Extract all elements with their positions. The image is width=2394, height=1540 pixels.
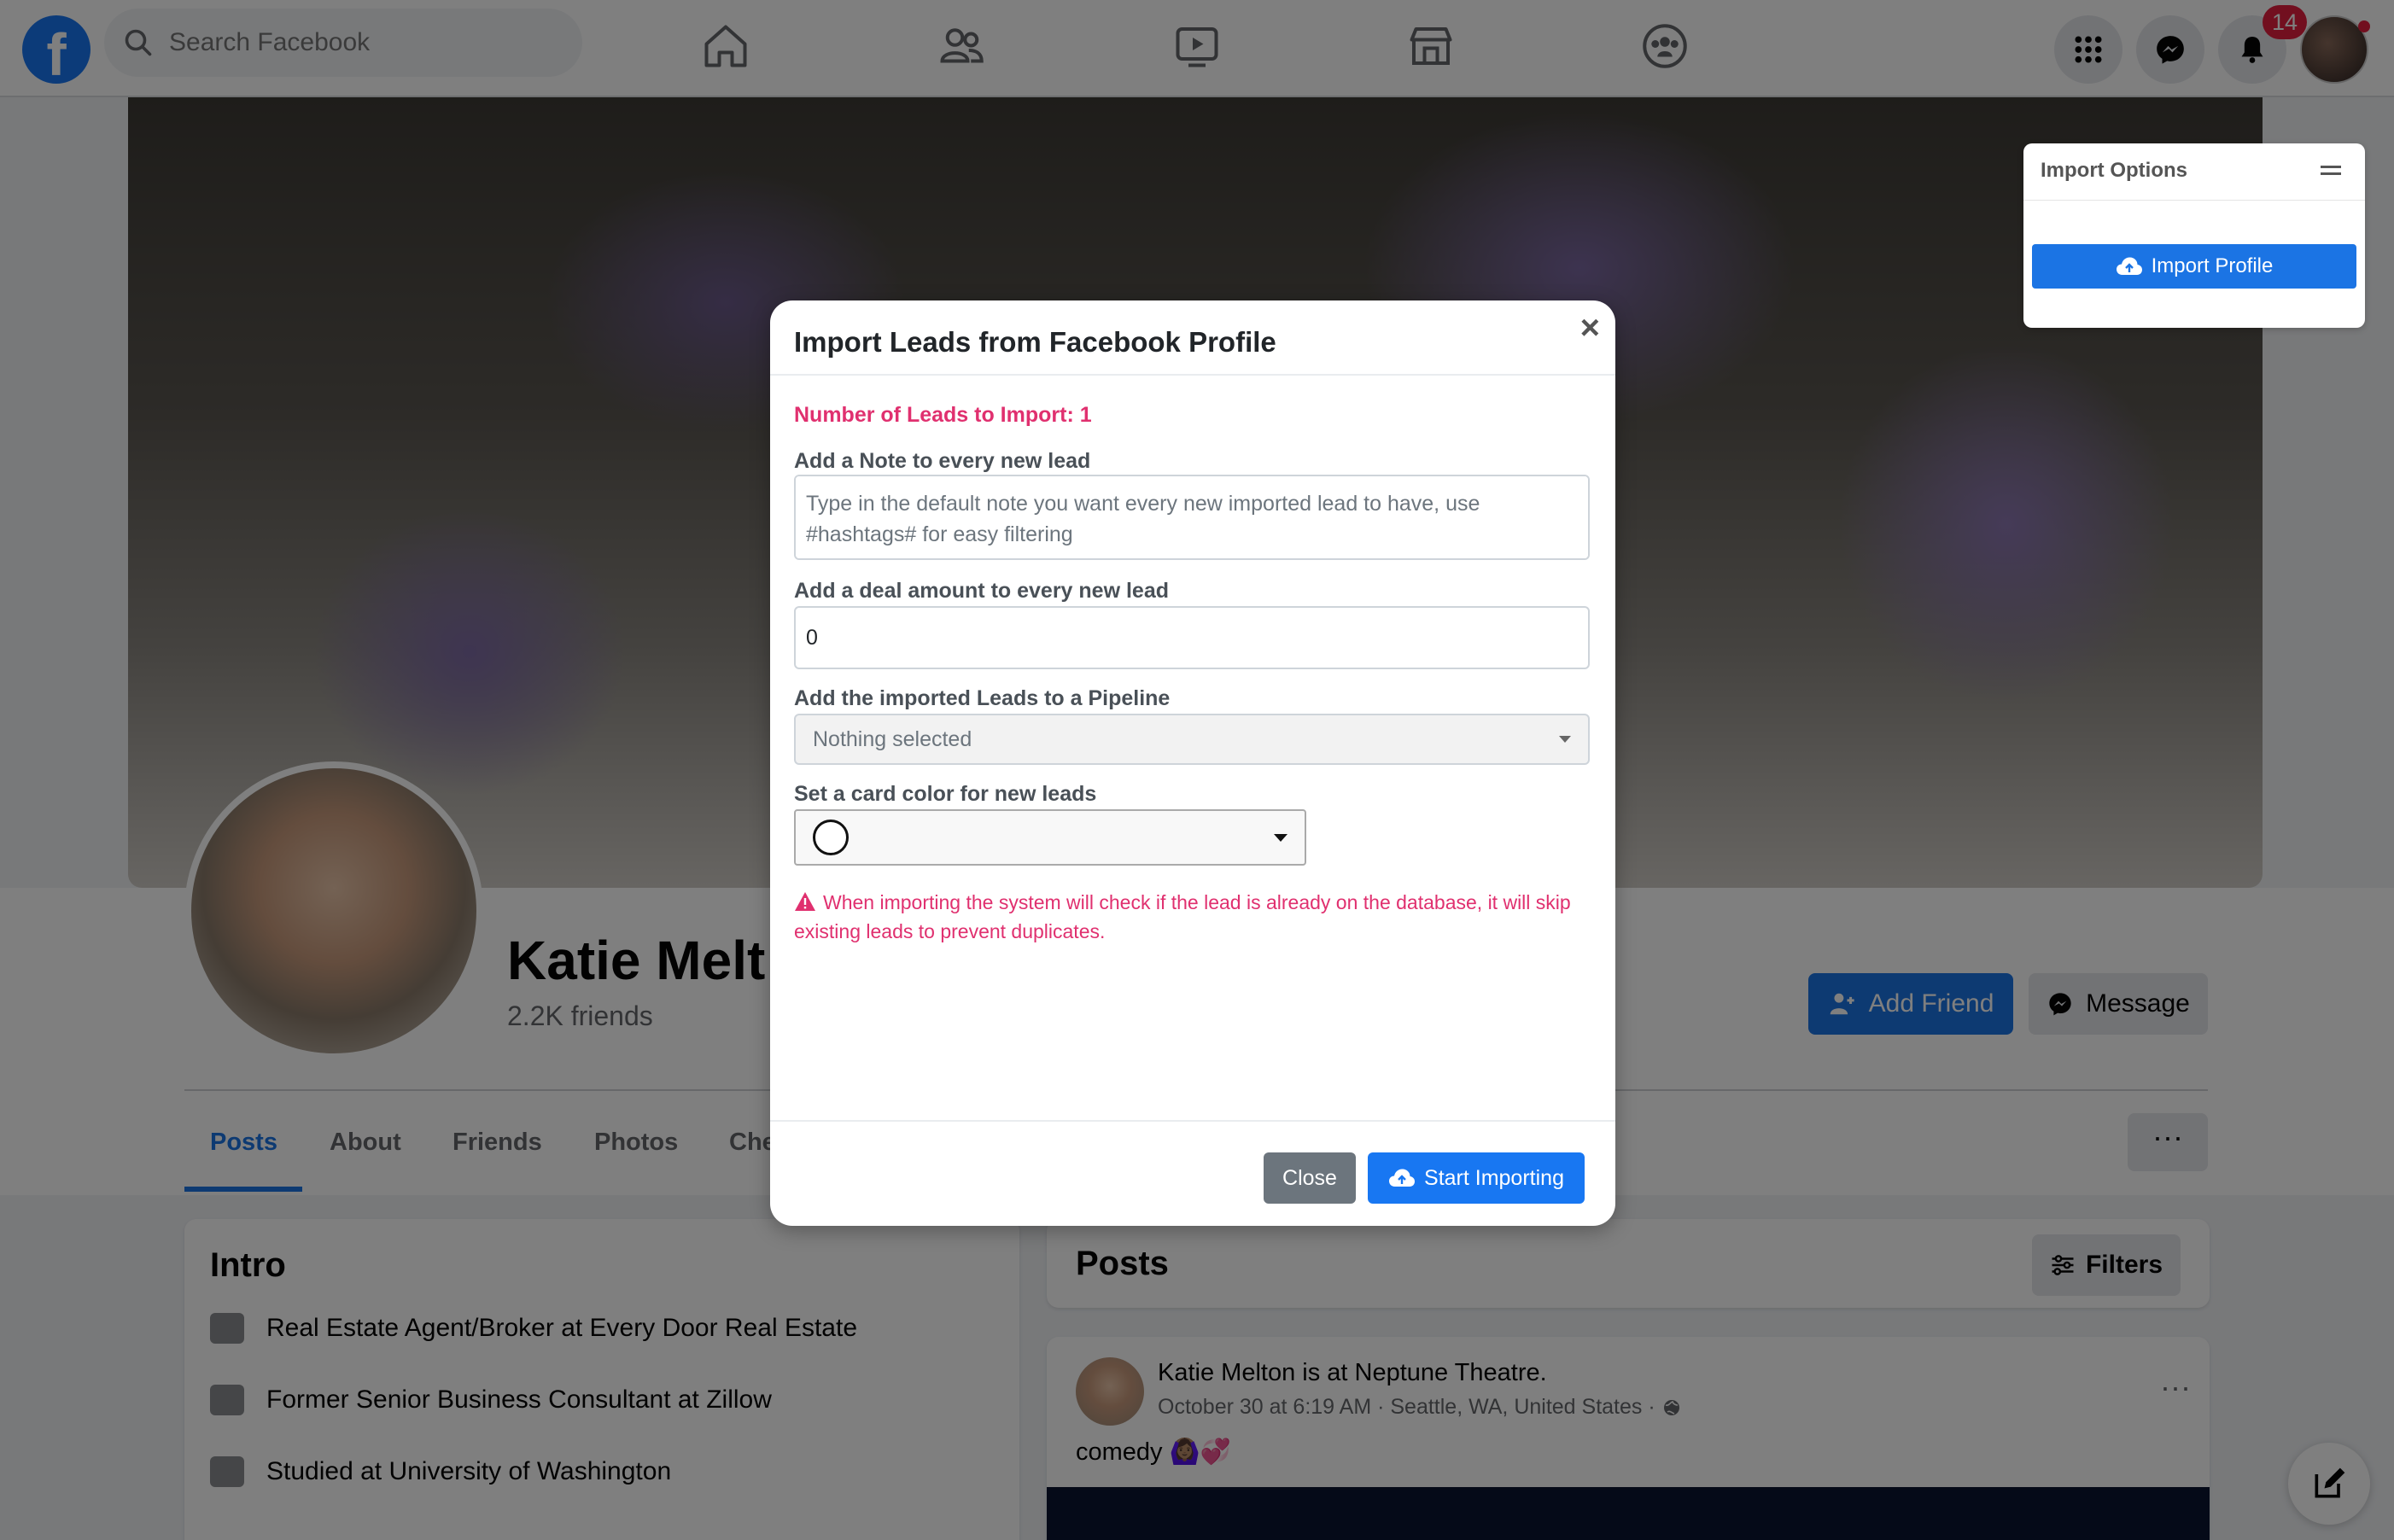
color-swatch [813, 820, 849, 855]
import-options-title: Import Options [2041, 159, 2187, 182]
divider [2023, 200, 2365, 201]
chevron-down-icon [1274, 833, 1288, 842]
warning-icon [795, 892, 815, 911]
chevron-down-icon [1559, 736, 1571, 743]
minimize-icon[interactable] [2321, 166, 2341, 168]
card-color-select[interactable] [794, 809, 1306, 866]
start-importing-label: Start Importing [1424, 1165, 1564, 1190]
cloud-upload-icon [1389, 1169, 1416, 1187]
duplicate-warning: When importing the system will check if … [794, 888, 1597, 946]
modal-title: Import Leads from Facebook Profile [794, 326, 1276, 358]
pipeline-selected-value: Nothing selected [813, 726, 972, 751]
deal-amount-input[interactable] [794, 606, 1590, 669]
deal-amount-label: Add a deal amount to every new lead [794, 579, 1170, 603]
close-icon[interactable]: × [1580, 309, 1600, 347]
pipeline-label: Add the imported Leads to a Pipeline [794, 686, 1171, 710]
note-label: Add a Note to every new lead [794, 449, 1091, 473]
card-color-label: Set a card color for new leads [794, 782, 1097, 806]
import-leads-modal: × Import Leads from Facebook Profile Num… [770, 300, 1615, 1226]
import-options-panel: Import Options Import Profile [2023, 143, 2365, 328]
pipeline-select[interactable]: Nothing selected [794, 714, 1590, 765]
cloud-upload-icon [2116, 257, 2142, 275]
import-profile-label: Import Profile [2151, 254, 2274, 277]
divider [770, 1120, 1615, 1122]
warning-text: When importing the system will check if … [794, 891, 1571, 942]
leads-count: Number of Leads to Import: 1 [794, 403, 1092, 427]
close-button[interactable]: Close [1264, 1152, 1356, 1204]
start-importing-button[interactable]: Start Importing [1368, 1152, 1585, 1204]
note-textarea[interactable] [794, 475, 1590, 560]
divider [770, 374, 1615, 376]
import-profile-button[interactable]: Import Profile [2032, 244, 2356, 289]
